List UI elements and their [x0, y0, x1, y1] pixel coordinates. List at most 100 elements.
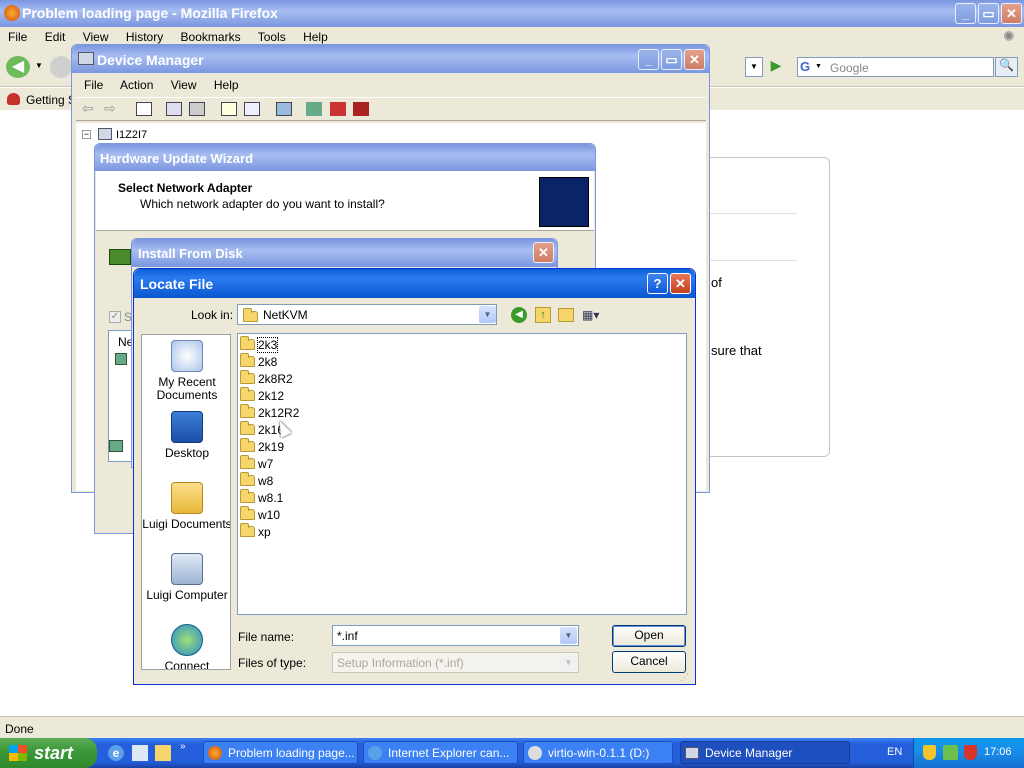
folder-label: w7	[258, 457, 274, 471]
uninstall-icon[interactable]	[353, 102, 369, 116]
folder-item-w8-1[interactable]: w8.1	[240, 489, 330, 507]
close-button[interactable]: ✕	[533, 242, 554, 263]
url-dropdown[interactable]: ▼	[745, 57, 763, 77]
maximize-button[interactable]: ▭	[661, 49, 682, 70]
close-button[interactable]: ✕	[1001, 3, 1022, 24]
taskbar-button-ie[interactable]: Internet Explorer can...	[363, 741, 518, 764]
disable-icon[interactable]	[330, 102, 346, 116]
search-box[interactable]: G ▼ Google	[797, 57, 994, 77]
device-manager-title: Device Manager	[97, 52, 204, 68]
maximize-button[interactable]: ▭	[978, 3, 999, 24]
menu-view[interactable]: View	[83, 30, 109, 44]
forward-icon[interactable]	[50, 56, 72, 78]
menu-action[interactable]: Action	[120, 78, 153, 92]
folder-item-w8[interactable]: w8	[240, 472, 330, 490]
menu-tools[interactable]: Tools	[258, 30, 286, 44]
quicklaunch-icon[interactable]	[155, 745, 171, 761]
search-engine-dropdown[interactable]: ▼	[815, 63, 822, 70]
menu-file[interactable]: File	[84, 78, 103, 92]
folder-icon	[240, 387, 255, 401]
tree-root-label[interactable]: I1Z2I7	[116, 129, 147, 141]
folder-item-xp[interactable]: xp	[240, 523, 330, 541]
search-input[interactable]: Google	[830, 61, 869, 75]
taskbar-button-drive[interactable]: virtio-win-0.1.1 (D:)	[523, 741, 673, 764]
alert-shield-icon[interactable]	[964, 745, 977, 760]
view-icon[interactable]	[244, 102, 260, 116]
clock[interactable]: 17:06	[984, 746, 1012, 758]
cd-drive-icon	[528, 746, 542, 760]
scan-hardware-icon[interactable]	[276, 102, 292, 116]
new-folder-icon[interactable]	[558, 308, 574, 322]
quicklaunch-more-icon[interactable]: »	[180, 741, 186, 752]
menu-help[interactable]: Help	[214, 78, 239, 92]
forward-icon[interactable]: ⇨	[104, 100, 116, 117]
up-folder-icon[interactable]: ↑	[535, 307, 551, 323]
ie-quicklaunch-icon[interactable]: e	[108, 745, 124, 761]
folder-item-w10[interactable]: w10	[240, 506, 330, 524]
print-icon[interactable]	[189, 102, 205, 116]
computer-icon	[98, 128, 112, 140]
show-hide-tree-icon[interactable]	[136, 102, 152, 116]
chevron-down-icon[interactable]: ▼	[479, 306, 496, 323]
resize-grip-icon[interactable]: ⋰	[680, 672, 689, 683]
place-my-documents[interactable]: Luigi Documents	[142, 482, 230, 531]
back-dropdown-icon[interactable]: ▼	[35, 61, 43, 70]
search-button[interactable]: 🔍	[995, 57, 1018, 77]
place-network[interactable]: Connect	[142, 624, 230, 669]
folder-item-2k19[interactable]: 2k19	[240, 438, 330, 456]
folder-label: 2k8R2	[258, 372, 293, 386]
file-type-value: Setup Information (*.inf)	[337, 656, 464, 670]
place-my-computer[interactable]: Luigi Computer	[142, 553, 230, 602]
back-icon[interactable]: ⇦	[82, 100, 94, 117]
help-button[interactable]: ?	[647, 273, 668, 294]
folder-item-2k8r2[interactable]: 2k8R2	[240, 370, 330, 388]
quicklaunch-icon[interactable]	[132, 745, 148, 761]
device-manager-toolbar: ⇦ ⇨	[76, 97, 706, 121]
taskbar-button-device-manager[interactable]: Device Manager	[680, 741, 850, 764]
look-in-select[interactable]: NetKVM ▼	[237, 304, 497, 325]
folder-label: w8	[258, 474, 274, 488]
update-driver-icon[interactable]	[306, 102, 322, 116]
start-button[interactable]: start	[0, 738, 97, 768]
system-tray: 17:06	[913, 738, 1024, 768]
menu-help[interactable]: Help	[303, 30, 328, 44]
close-button[interactable]: ✕	[670, 273, 691, 294]
back-icon[interactable]: ◀	[6, 56, 30, 78]
minimize-button[interactable]: _	[955, 3, 976, 24]
show-compatible-checkbox[interactable]: ✓	[109, 311, 121, 323]
google-icon[interactable]: G	[800, 59, 810, 74]
menu-view[interactable]: View	[171, 78, 197, 92]
chevron-down-icon[interactable]: ▼	[560, 627, 577, 644]
network-icon[interactable]	[943, 745, 958, 760]
computer-icon	[685, 747, 699, 759]
expand-toggle[interactable]: −	[82, 130, 91, 139]
file-name-input[interactable]: *.inf	[337, 629, 358, 643]
open-button[interactable]: Open	[612, 625, 686, 647]
help-icon[interactable]	[221, 102, 237, 116]
file-name-combobox[interactable]: *.inf ▼	[332, 625, 579, 646]
taskbar-button-firefox[interactable]: Problem loading page...	[203, 741, 358, 764]
menu-bookmarks[interactable]: Bookmarks	[181, 30, 241, 44]
folder-label: 2k8	[258, 355, 278, 369]
go-icon[interactable]: ▶	[765, 57, 787, 77]
back-icon[interactable]: ◀	[511, 307, 527, 323]
bookmark-getting-started[interactable]: Getting S	[26, 93, 76, 107]
folder-item-w7[interactable]: w7	[240, 455, 330, 473]
folder-item-2k3[interactable]: 2k3	[240, 336, 330, 354]
folder-item-2k8[interactable]: 2k8	[240, 353, 330, 371]
close-button[interactable]: ✕	[684, 49, 705, 70]
menu-history[interactable]: History	[126, 30, 163, 44]
minimize-button[interactable]: _	[638, 49, 659, 70]
menu-edit[interactable]: Edit	[45, 30, 66, 44]
place-desktop[interactable]: Desktop	[142, 411, 230, 460]
view-menu-icon[interactable]: ▦▾	[582, 308, 604, 322]
language-indicator[interactable]: EN	[887, 746, 902, 758]
folder-item-2k12[interactable]: 2k12	[240, 387, 330, 405]
properties-icon[interactable]	[166, 102, 182, 116]
security-shield-icon[interactable]	[923, 745, 936, 760]
cancel-button[interactable]: Cancel	[612, 651, 686, 673]
taskbar: start e » Problem loading page... Intern…	[0, 738, 1024, 768]
menu-file[interactable]: File	[8, 30, 27, 44]
place-recent-documents[interactable]: My Recent Documents	[142, 340, 230, 402]
computer-icon	[171, 553, 203, 585]
